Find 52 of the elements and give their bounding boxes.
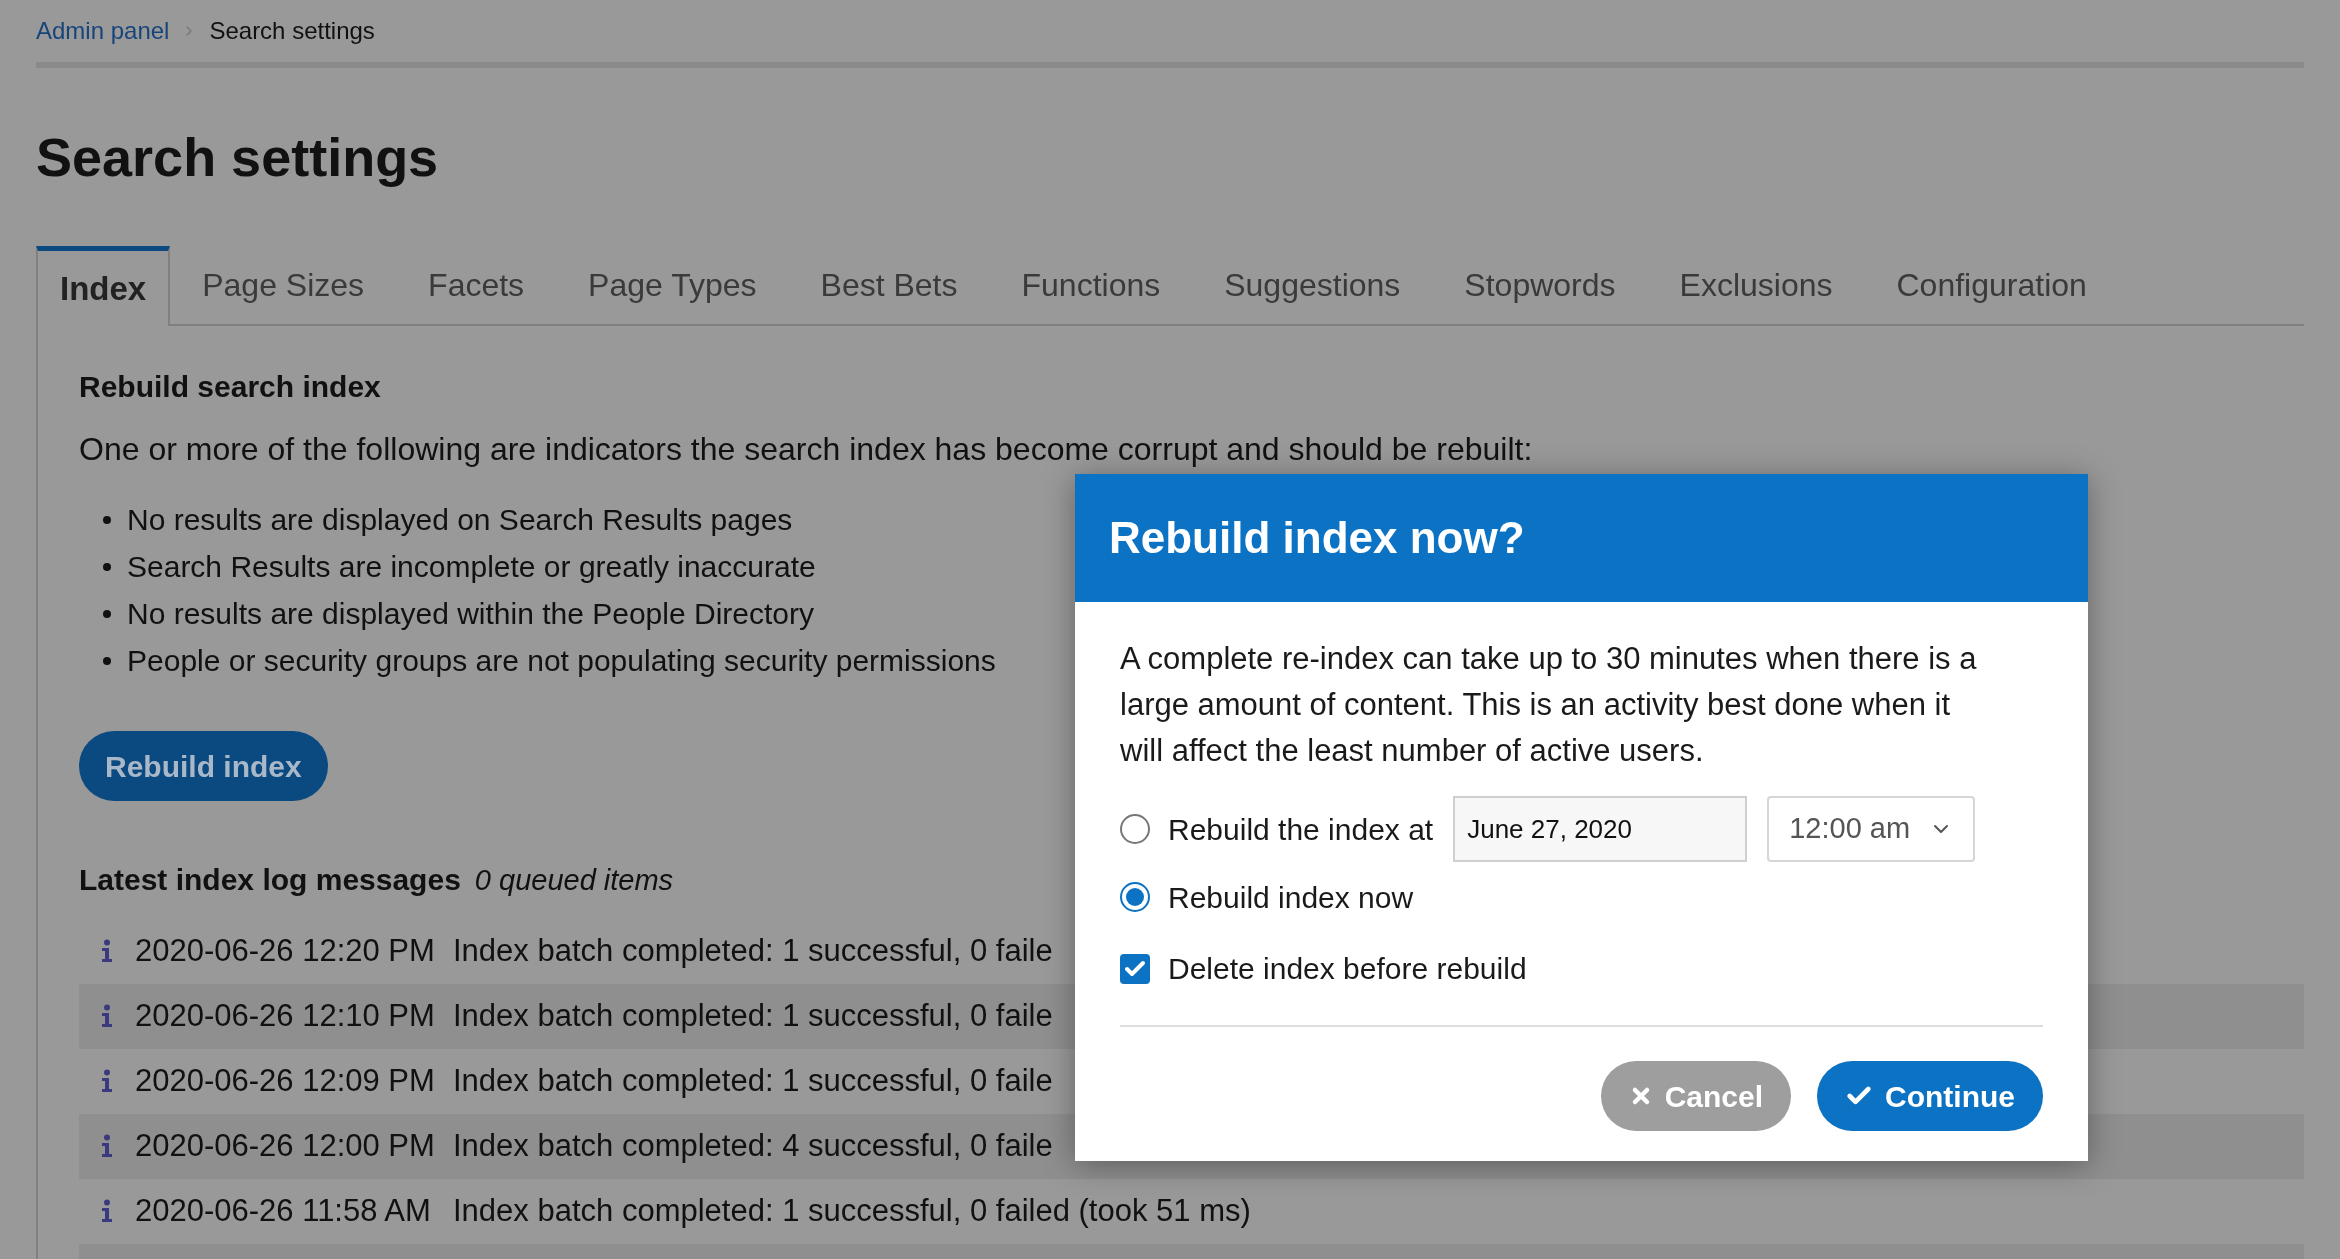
checkbox-label: Delete index before rebuild xyxy=(1168,951,1527,987)
tab[interactable]: Page Types xyxy=(556,246,789,324)
time-select[interactable]: 12:00 am xyxy=(1767,796,1976,862)
log-time: 2020-06-26 12:20 PM xyxy=(135,931,436,970)
bullet-text: No results are displayed within the People Directory xyxy=(127,596,814,632)
dialog-text: A complete re-index can take up to 30 minutes when there is a large amount of content. This is an activity best done when it will affect the least number of active users. xyxy=(1120,640,1978,770)
log-message: Index batch completed: 1 successful, 0 faile xyxy=(453,996,1053,1035)
radio-label: Rebuild the index at xyxy=(1168,811,1434,848)
tab[interactable]: Configuration xyxy=(1864,246,2119,324)
tab[interactable]: Exclusions xyxy=(1647,246,1865,324)
checkbox[interactable] xyxy=(1120,953,1150,984)
radio-button[interactable] xyxy=(1120,814,1150,844)
queued-count: 0 queued items xyxy=(474,863,674,898)
log-message: Index batch completed: 1 successful, 0 failed (took 51 ms) xyxy=(453,1191,1251,1230)
tab[interactable]: Suggestions xyxy=(1192,246,1433,324)
log-time: 2020-06-26 12:00 PM xyxy=(135,1126,436,1165)
radio-label: Rebuild index now xyxy=(1168,879,1414,916)
log-time: 2020-06-26 11:58 AM xyxy=(135,1191,432,1230)
rebuild-index-button[interactable]: Rebuild index xyxy=(79,731,328,801)
info-icon xyxy=(101,939,113,963)
continue-button[interactable]: Continue xyxy=(1817,1061,2043,1131)
cancel-button[interactable]: Cancel xyxy=(1600,1061,1791,1131)
tab[interactable]: Page Sizes xyxy=(170,246,397,324)
log-message: Index batch completed: 1 successful, 0 faile xyxy=(453,931,1053,970)
info-icon xyxy=(101,1004,113,1028)
log-heading: Latest index log messages xyxy=(79,862,461,898)
info-icon xyxy=(101,1134,113,1158)
bullet-text: No results are displayed on Search Results pages xyxy=(127,502,793,538)
tab[interactable]: Facets xyxy=(396,246,557,324)
tab[interactable]: Stopwords xyxy=(1432,246,1648,324)
bullet-text: Search Results are incomplete or greatly inaccurate xyxy=(127,549,816,585)
bullet-icon xyxy=(103,515,111,524)
bullet-text: People or security groups are not populating security permissions xyxy=(127,643,996,679)
info-icon xyxy=(101,1199,113,1223)
log-message: Index batch completed: 4 successful, 0 faile xyxy=(453,1126,1053,1165)
section-heading: Rebuild search index xyxy=(79,369,382,405)
radio-button[interactable] xyxy=(1120,882,1150,912)
breadcrumb-link[interactable]: Admin panel xyxy=(36,13,170,49)
log-message: Index batch completed: 1 successful, 0 faile xyxy=(453,1061,1053,1100)
bullet-icon xyxy=(103,609,111,618)
date-field[interactable]: June 27, 2020 xyxy=(1453,796,1748,862)
dialog-title: Rebuild index now? xyxy=(1109,512,1525,564)
log-time: 2020-06-26 12:10 PM xyxy=(135,996,436,1035)
bullet-icon xyxy=(103,562,111,571)
tab[interactable]: Index xyxy=(36,246,171,326)
bullet-icon xyxy=(103,656,111,665)
breadcrumb-current: Search settings xyxy=(209,16,375,46)
log-time: 2020-06-26 12:09 PM xyxy=(135,1061,436,1100)
tab[interactable]: Functions xyxy=(989,246,1193,324)
intro-text: One or more of the following are indicators the search index has become corrupt and should be rebuilt: xyxy=(79,431,1534,467)
tab[interactable]: Best Bets xyxy=(788,246,990,324)
info-icon xyxy=(101,1069,113,1093)
